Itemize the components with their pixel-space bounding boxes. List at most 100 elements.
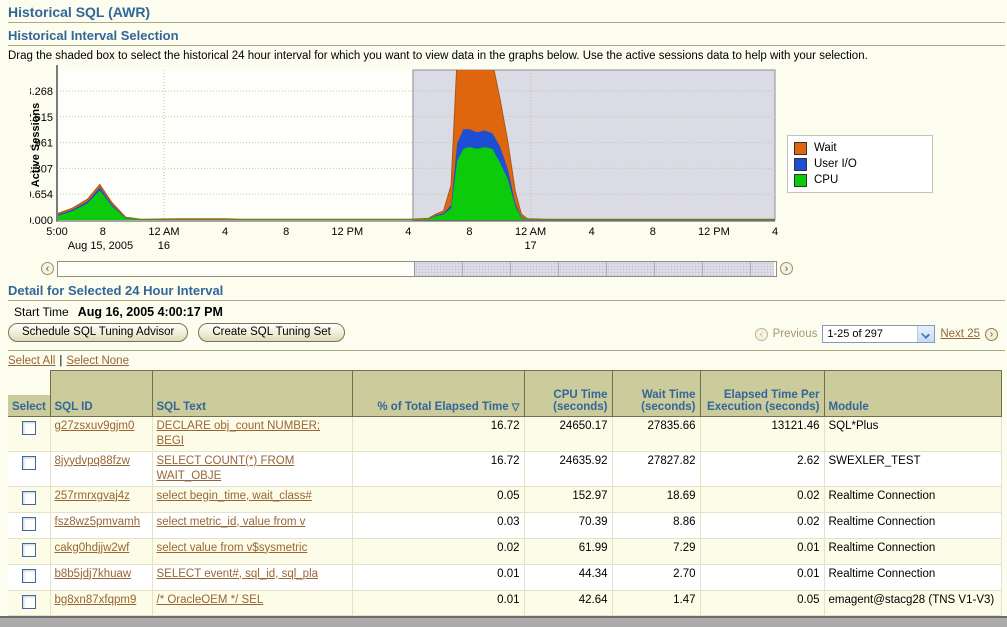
column-header-module[interactable]: Module bbox=[824, 371, 1001, 417]
x-sub-label: Aug 15, 2005 bbox=[68, 240, 133, 252]
column-header-select: Select bbox=[8, 371, 50, 417]
chevron-down-icon[interactable] bbox=[917, 326, 934, 342]
interval-slider-thumb[interactable] bbox=[414, 262, 774, 276]
row-checkbox[interactable] bbox=[22, 569, 36, 583]
legend-item-user-io: User I/O bbox=[794, 156, 926, 172]
module-value: emagent@stacg28 (TNS V1-V3) bbox=[824, 590, 1001, 616]
cpu-time-value: 61.99 bbox=[524, 538, 612, 564]
cpu-time-value: 42.64 bbox=[524, 590, 612, 616]
sql-id-link[interactable]: cakg0hdjjw2wf bbox=[55, 542, 130, 554]
interval-slider-track[interactable] bbox=[57, 261, 777, 277]
sql-id-link[interactable]: 257rmrxgvaj4z bbox=[55, 490, 130, 502]
user-io-color-swatch bbox=[794, 158, 807, 171]
elapsed-per-exec-value: 0.01 bbox=[700, 564, 824, 590]
column-header-wait-time[interactable]: Wait Time (seconds) bbox=[612, 371, 700, 417]
x-tick-label: 8 bbox=[100, 226, 106, 238]
instruction-text: Drag the shaded box to select the histor… bbox=[8, 50, 1007, 62]
page-range-select[interactable]: 1-25 of 297 bbox=[822, 325, 935, 343]
schedule-sql-tuning-advisor-button[interactable]: Schedule SQL Tuning Advisor bbox=[8, 323, 188, 342]
interval-section-title: Historical Interval Selection bbox=[8, 28, 1007, 43]
legend-item-cpu: CPU bbox=[794, 172, 926, 188]
row-checkbox[interactable] bbox=[22, 595, 36, 609]
slider-left-arrow-icon[interactable]: ‹ bbox=[41, 262, 54, 275]
sort-descending-icon: ▽ bbox=[512, 402, 520, 413]
sql-id-link[interactable]: b8b5jdj7khuaw bbox=[55, 568, 132, 580]
pct-elapsed-value: 0.05 bbox=[352, 486, 524, 512]
wait-time-value: 27827.82 bbox=[612, 451, 700, 486]
column-header-sql-id[interactable]: SQL ID bbox=[50, 371, 152, 417]
elapsed-per-exec-value: 0.02 bbox=[700, 512, 824, 538]
row-checkbox[interactable] bbox=[22, 543, 36, 557]
legend-label-cpu: CPU bbox=[814, 174, 838, 186]
pct-elapsed-value: 0.01 bbox=[352, 590, 524, 616]
cpu-time-value: 152.97 bbox=[524, 486, 612, 512]
next-page-link[interactable]: Next 25 bbox=[940, 328, 980, 340]
x-sub-label: 16 bbox=[158, 240, 170, 252]
sql-id-link[interactable]: fsz8wz5pmvamh bbox=[55, 516, 141, 528]
legend-item-wait: Wait bbox=[794, 140, 926, 156]
sql-text-link[interactable]: select begin_time, wait_class# bbox=[157, 490, 312, 502]
row-checkbox[interactable] bbox=[22, 517, 36, 531]
cpu-color-swatch bbox=[794, 174, 807, 187]
elapsed-per-exec-value: 2.62 bbox=[700, 451, 824, 486]
x-tick-label: 12 PM bbox=[698, 226, 730, 238]
column-header-sql-text[interactable]: SQL Text bbox=[152, 371, 352, 417]
table-row: 257rmrxgvaj4z select begin_time, wait_cl… bbox=[8, 486, 1001, 512]
column-header-pct-elapsed[interactable]: % of Total Elapsed Time ▽ bbox=[352, 371, 524, 417]
x-tick-label: 8 bbox=[650, 226, 656, 238]
start-time-value: Aug 16, 2005 4:00:17 PM bbox=[78, 305, 223, 319]
detail-section-title: Detail for Selected 24 Hour Interval bbox=[8, 283, 1007, 298]
select-none-link[interactable]: Select None bbox=[66, 355, 129, 367]
sql-id-link[interactable]: g27zsxuv9gjm0 bbox=[55, 420, 135, 432]
toolbar-divider bbox=[8, 350, 1005, 351]
column-header-cpu-time[interactable]: CPU Time (seconds) bbox=[524, 371, 612, 417]
sql-id-link[interactable]: 8jyydvpq88fzw bbox=[55, 455, 130, 467]
module-value: Realtime Connection bbox=[824, 486, 1001, 512]
sql-text-link[interactable]: select metric_id, value from v bbox=[157, 516, 306, 528]
interval-section-divider bbox=[8, 45, 1005, 46]
chart-legend: Wait User I/O CPU bbox=[787, 135, 933, 193]
row-checkbox[interactable] bbox=[22, 456, 36, 470]
x-tick-label: 12 AM bbox=[515, 226, 546, 238]
pct-elapsed-value: 0.02 bbox=[352, 538, 524, 564]
previous-label: Previous bbox=[773, 328, 818, 340]
elapsed-per-exec-value: 0.05 bbox=[700, 590, 824, 616]
table-row: bg8xn87xfqpm9 /* OracleOEM */ SEL 0.01 4… bbox=[8, 590, 1001, 616]
row-checkbox[interactable] bbox=[22, 421, 36, 435]
row-checkbox[interactable] bbox=[22, 491, 36, 505]
next-page-icon[interactable]: › bbox=[985, 328, 998, 341]
x-tick-label: 4 bbox=[405, 226, 411, 238]
x-tick-label: 4 bbox=[589, 226, 595, 238]
detail-section-divider bbox=[8, 300, 1005, 301]
sql-text-link[interactable]: select value from v$sysmetric bbox=[157, 542, 308, 554]
previous-page-icon: ‹ bbox=[755, 328, 768, 341]
wait-time-value: 18.69 bbox=[612, 486, 700, 512]
module-value: SWEXLER_TEST bbox=[824, 451, 1001, 486]
pct-elapsed-value: 0.01 bbox=[352, 564, 524, 590]
create-sql-tuning-set-button[interactable]: Create SQL Tuning Set bbox=[198, 323, 344, 342]
legend-label-user-io: User I/O bbox=[814, 158, 857, 170]
sql-text-link[interactable]: SELECT COUNT(*) FROM WAIT_OBJE bbox=[157, 455, 295, 482]
sql-text-link[interactable]: DECLARE obj_count NUMBER; BEGI bbox=[157, 420, 321, 447]
select-all-link[interactable]: Select All bbox=[8, 355, 55, 367]
pct-elapsed-value: 16.72 bbox=[352, 451, 524, 486]
module-value: Realtime Connection bbox=[824, 512, 1001, 538]
wait-time-value: 27835.66 bbox=[612, 417, 700, 452]
elapsed-per-exec-value: 0.02 bbox=[700, 486, 824, 512]
x-tick-label: 8 bbox=[283, 226, 289, 238]
sql-detail-table: Select SQL ID SQL Text % of Total Elapse… bbox=[8, 370, 1002, 616]
sql-text-link[interactable]: SELECT event#, sql_id, sql_pla bbox=[157, 568, 319, 580]
x-tick-label: 8 bbox=[466, 226, 472, 238]
active-sessions-chart-svg[interactable]: 0.0000.6541.3071.9612.6153.268Active Ses… bbox=[30, 63, 780, 255]
sql-text-link[interactable]: /* OracleOEM */ SEL bbox=[157, 594, 264, 606]
title-divider bbox=[8, 22, 1005, 23]
wait-color-swatch bbox=[794, 142, 807, 155]
select-links-separator: | bbox=[59, 355, 62, 367]
x-sub-label: 17 bbox=[524, 240, 536, 252]
column-header-elapsed-per-exec[interactable]: Elapsed Time Per Execution (seconds) bbox=[700, 371, 824, 417]
slider-right-arrow-icon[interactable]: › bbox=[780, 262, 793, 275]
y-tick-label: 0.654 bbox=[30, 189, 53, 201]
sql-id-link[interactable]: bg8xn87xfqpm9 bbox=[55, 594, 137, 606]
toolbar: Schedule SQL Tuning Advisor Create SQL T… bbox=[0, 322, 1007, 348]
table-row: cakg0hdjjw2wf select value from v$sysmet… bbox=[8, 538, 1001, 564]
